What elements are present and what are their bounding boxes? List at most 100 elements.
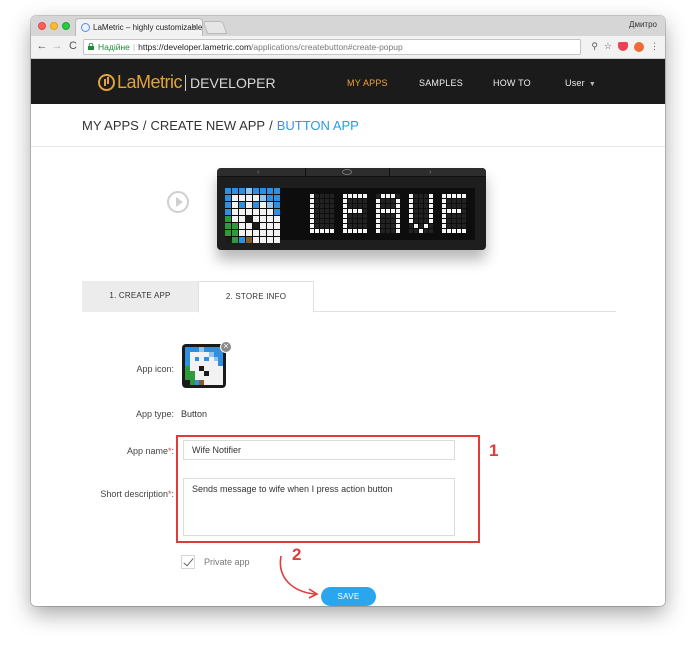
icon-pixel [232, 230, 238, 236]
browser-tab-bar: LaMetric – highly customizable × Дмитро [31, 16, 665, 36]
lock-icon [88, 43, 94, 50]
back-arrow-icon[interactable]: ← [36, 40, 48, 52]
dot-pixel [452, 204, 456, 208]
dot-pixel [343, 199, 347, 203]
dot-pixel [419, 224, 423, 228]
dot-pixel [452, 199, 456, 203]
dot-pixel [419, 209, 423, 213]
icon-pixel [253, 223, 259, 229]
icon-pixel [225, 188, 231, 194]
icon-pixel [253, 209, 259, 215]
dot-pixel [363, 229, 367, 233]
app-icon-image [185, 347, 223, 385]
dot-pixel [414, 214, 418, 218]
logo-divider [185, 74, 187, 91]
dot-pixel [320, 209, 324, 213]
new-tab-button[interactable] [202, 21, 228, 34]
icon-pixel [253, 237, 259, 243]
icon-pixel [239, 195, 245, 201]
icon-pixel [232, 223, 238, 229]
icon-pixel [260, 223, 266, 229]
close-window-button[interactable] [38, 22, 46, 30]
dot-pixel [310, 204, 314, 208]
dot-pixel [343, 204, 347, 208]
nav-samples[interactable]: SAMPLES [419, 78, 463, 88]
icon-pixel [246, 195, 252, 201]
dot-pixel [409, 204, 413, 208]
dot-pixel [348, 224, 352, 228]
lametric-logo[interactable]: LaMetric DEVELOPER [98, 72, 276, 93]
menu-icon[interactable]: ⋮ [650, 41, 659, 52]
dot-pixel [462, 229, 466, 233]
tab-close-icon[interactable]: × [192, 19, 197, 36]
pocket-icon[interactable] [618, 42, 628, 51]
dot-pixel [409, 199, 413, 203]
dot-pixel [381, 219, 385, 223]
reload-icon[interactable]: C [67, 40, 79, 52]
private-app-label[interactable]: Private app [204, 557, 250, 567]
remove-icon[interactable]: × [220, 341, 232, 353]
dot-pixel [442, 199, 446, 203]
icon-pixel [253, 195, 259, 201]
nav-my-apps[interactable]: MY APPS [347, 78, 388, 88]
save-button[interactable]: SAVE [321, 587, 376, 606]
browser-profile-name[interactable]: Дмитро [629, 20, 657, 29]
tab-create-app[interactable]: 1. CREATE APP [82, 281, 198, 312]
dot-pixel [325, 209, 329, 213]
app-icon-preview[interactable] [182, 344, 226, 388]
dot-pixel [310, 219, 314, 223]
dot-pixel [353, 224, 357, 228]
dot-pixel [396, 204, 400, 208]
dot-pixel [320, 229, 324, 233]
nav-user-menu[interactable]: User ▼ [565, 78, 596, 88]
breadcrumb-create-new-app[interactable]: CREATE NEW APP [150, 118, 265, 133]
forward-arrow-icon[interactable]: → [51, 40, 63, 52]
dot-pixel [325, 194, 329, 198]
minimize-window-button[interactable] [50, 22, 58, 30]
dot-pixel [452, 214, 456, 218]
dot-pixel [315, 194, 319, 198]
dot-pixel [457, 214, 461, 218]
icon-pixel [267, 188, 273, 194]
browser-tab[interactable]: LaMetric – highly customizable × [75, 18, 203, 36]
key-icon[interactable]: ⚲ [591, 41, 598, 52]
dot-pixel [343, 219, 347, 223]
dot-matrix-letter [310, 194, 334, 233]
chevron-down-icon: ▼ [588, 81, 596, 88]
dot-pixel [348, 204, 352, 208]
dot-pixel [462, 209, 466, 213]
dot-pixel [462, 224, 466, 228]
dot-pixel [376, 219, 380, 223]
icon-pixel [267, 230, 273, 236]
app-pixel-icon [225, 188, 280, 243]
star-icon[interactable]: ☆ [604, 41, 612, 52]
dot-pixel [363, 194, 367, 198]
dot-pixel [457, 209, 461, 213]
dot-pixel [376, 204, 380, 208]
icon-pixel [260, 216, 266, 222]
lametric-logo-icon [98, 74, 115, 91]
dot-pixel [376, 209, 380, 213]
dot-pixel [452, 209, 456, 213]
dot-pixel [429, 209, 433, 213]
nav-how-to[interactable]: HOW TO [493, 78, 531, 88]
dot-pixel [376, 229, 380, 233]
icon-pixel [253, 202, 259, 208]
app-icon-label: App icon: [136, 364, 174, 374]
address-bar[interactable]: Надійне | https://developer.lametric.com/a… [83, 39, 581, 55]
icon-pixel [267, 216, 273, 222]
tab-store-info[interactable]: 2. STORE INFO [198, 281, 314, 313]
private-app-checkbox[interactable] [181, 555, 195, 569]
play-preview-icon[interactable] [167, 191, 189, 213]
dot-pixel [429, 229, 433, 233]
extension-icon[interactable] [634, 41, 644, 52]
dot-pixel [447, 224, 451, 228]
breadcrumb-my-apps[interactable]: MY APPS [82, 118, 139, 133]
dot-pixel [310, 224, 314, 228]
extension-icons: ⚲ ☆ ⋮ [591, 41, 659, 52]
maximize-window-button[interactable] [62, 22, 70, 30]
icon-pixel [239, 202, 245, 208]
icon-pixel [218, 380, 223, 385]
dot-pixel [457, 219, 461, 223]
dot-pixel [452, 219, 456, 223]
